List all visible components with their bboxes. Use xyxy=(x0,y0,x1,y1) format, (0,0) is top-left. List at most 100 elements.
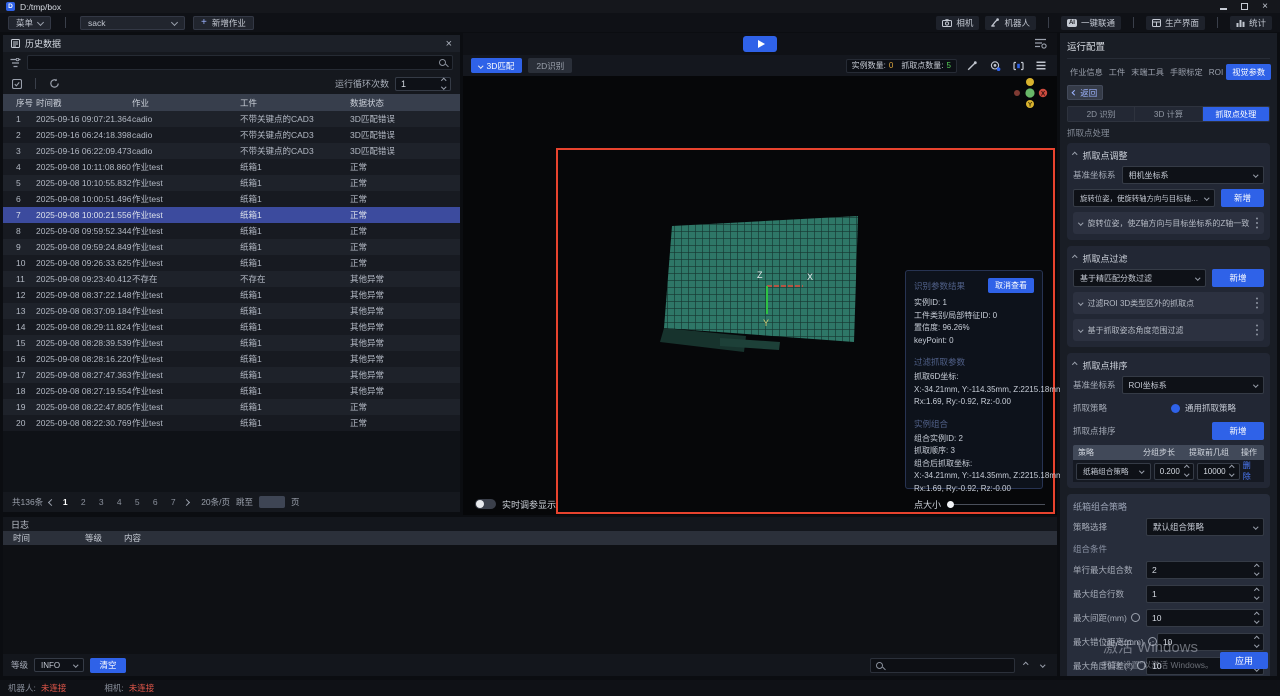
chevron-up-icon[interactable] xyxy=(1254,564,1259,569)
carton-field-stepper[interactable]: 2 xyxy=(1146,561,1264,579)
back-button[interactable]: 返回 xyxy=(1067,85,1103,100)
clear-log-button[interactable]: 清空 xyxy=(90,658,126,673)
grasp-adjust-header[interactable]: 抓取点调整 xyxy=(1073,149,1264,161)
add-job-button[interactable]: + 新增作业 xyxy=(193,16,254,30)
cancel-view-button[interactable]: 取消查看 xyxy=(988,278,1034,293)
carton-field-stepper[interactable]: 10 xyxy=(1157,633,1264,651)
page-number[interactable]: 6 xyxy=(150,497,160,507)
table-row[interactable]: 22025-09-16 06:24:18.398cadio不带关键点的CAD33… xyxy=(3,127,460,143)
apply-button[interactable]: 应用 xyxy=(1220,652,1268,669)
menu-button[interactable]: 菜单 xyxy=(8,16,51,30)
history-search-input[interactable] xyxy=(34,58,439,68)
info-icon[interactable] xyxy=(1131,613,1140,622)
loop-count-stepper[interactable]: 1 xyxy=(395,77,451,91)
table-row[interactable]: 192025-09-08 08:22:47.805作业test纸箱1正常 xyxy=(3,399,460,415)
filter-icon[interactable] xyxy=(10,58,21,68)
filter-item[interactable]: 过滤ROI 3D类型区外的抓取点 xyxy=(1073,292,1264,314)
row-step-stepper[interactable]: 0.200 xyxy=(1154,463,1195,480)
job-select[interactable]: sack xyxy=(80,16,185,30)
page-number[interactable]: 3 xyxy=(96,497,106,507)
table-row[interactable]: 32025-09-16 06:22:09.473cadio不带关键点的CAD33… xyxy=(3,143,460,159)
filter-item[interactable]: 基于抓取姿态角度范围过滤 xyxy=(1073,319,1264,341)
table-row[interactable]: 42025-09-08 10:11:08.860作业test纸箱1正常 xyxy=(3,159,460,175)
chevron-up-icon[interactable] xyxy=(1229,466,1234,471)
table-row[interactable]: 202025-09-08 08:22:30.769作业test纸箱1正常 xyxy=(3,415,460,431)
grasp-filter-header[interactable]: 抓取点过滤 xyxy=(1073,252,1264,264)
delete-row-link[interactable]: 删除 xyxy=(1243,460,1261,482)
table-row[interactable]: 162025-09-08 08:28:16.220作业test纸箱1其他异常 xyxy=(3,351,460,367)
chevron-down-icon[interactable] xyxy=(1254,570,1259,575)
table-row[interactable]: 152025-09-08 08:28:39.539作业test纸箱1其他异常 xyxy=(3,335,460,351)
camera-button[interactable]: 相机 xyxy=(936,16,979,30)
run-button[interactable] xyxy=(743,36,777,52)
config-tab-4[interactable]: ROI xyxy=(1206,66,1227,79)
chevron-down-icon[interactable] xyxy=(1254,618,1259,623)
table-row[interactable]: 112025-09-08 09:23:40.412不存在不存在其他异常 xyxy=(3,271,460,287)
table-row[interactable]: 102025-09-08 09:26:33.625作业test纸箱1正常 xyxy=(3,255,460,271)
search-prev-button[interactable] xyxy=(1020,659,1032,671)
page-number[interactable]: 7 xyxy=(168,497,178,507)
robot-button[interactable]: 机器人 xyxy=(985,16,1036,30)
chevron-up-icon[interactable] xyxy=(1254,588,1259,593)
view-menu-button[interactable] xyxy=(1033,59,1049,73)
strategy-radio[interactable] xyxy=(1171,404,1180,413)
add-filter-button[interactable]: 新增 xyxy=(1212,269,1264,287)
refresh-icon[interactable] xyxy=(49,78,60,89)
chevron-up-icon[interactable] xyxy=(1254,636,1259,641)
ai-connect-button[interactable]: AI 一键联通 xyxy=(1061,16,1121,30)
close-icon[interactable]: × xyxy=(446,38,452,50)
table-row[interactable]: 12025-09-16 09:07:21.364cadio不带关键点的CAD33… xyxy=(3,111,460,127)
stepper-arrows[interactable] xyxy=(1255,565,1259,575)
config-tab-1[interactable]: 工件 xyxy=(1106,64,1128,80)
more-options-icon[interactable] xyxy=(1256,222,1259,225)
info-icon[interactable] xyxy=(1137,661,1146,670)
prev-page-icon[interactable] xyxy=(48,498,55,505)
search-icon[interactable] xyxy=(439,59,446,66)
add-adjust-button[interactable]: 新增 xyxy=(1221,189,1264,207)
export-icon[interactable] xyxy=(12,79,22,89)
sort-coord-select[interactable]: ROI坐标系 xyxy=(1122,376,1264,394)
row-groups-stepper[interactable]: 10000 xyxy=(1197,463,1239,480)
config-subtab-0[interactable]: 2D 识别 xyxy=(1068,107,1135,121)
stepper-arrows[interactable] xyxy=(1255,613,1259,623)
statistics-button[interactable]: 统计 xyxy=(1230,16,1272,30)
config-tab-5[interactable]: 视觉参数 xyxy=(1226,64,1271,80)
config-tab-3[interactable]: 手眼标定 xyxy=(1167,64,1206,80)
table-row[interactable]: 182025-09-08 08:27:19.554作业test纸箱1其他异常 xyxy=(3,383,460,399)
maximize-button[interactable] xyxy=(1241,2,1248,12)
chevron-down-icon[interactable] xyxy=(1229,472,1234,477)
per-page-label[interactable]: 20条/页 xyxy=(201,496,230,508)
minimize-button[interactable] xyxy=(1220,2,1227,12)
log-search-input[interactable] xyxy=(887,660,1009,670)
page-number[interactable]: 2 xyxy=(78,497,88,507)
point-size-slider[interactable] xyxy=(947,499,1045,509)
stepper-arrows[interactable] xyxy=(1255,589,1259,599)
config-subtab-2[interactable]: 抓取点处理 xyxy=(1203,107,1269,121)
search-next-button[interactable] xyxy=(1037,659,1049,671)
tab-3d-match[interactable]: 3D匹配 xyxy=(471,58,522,73)
table-row[interactable]: 82025-09-08 09:59:52.344作业test纸箱1正常 xyxy=(3,223,460,239)
view-cube-button[interactable] xyxy=(1010,59,1026,73)
table-row[interactable]: 122025-09-08 08:37:22.148作业test纸箱1其他异常 xyxy=(3,287,460,303)
chevron-down-icon[interactable] xyxy=(1254,594,1259,599)
display-settings-button[interactable] xyxy=(1034,37,1047,49)
production-ui-button[interactable]: 生产界面 xyxy=(1146,16,1205,30)
carton-field-stepper[interactable]: 10 xyxy=(1146,609,1264,627)
page-number[interactable]: 1 xyxy=(60,497,70,507)
coord-system-select[interactable]: 相机坐标系 xyxy=(1122,166,1264,184)
page-number[interactable]: 5 xyxy=(132,497,142,507)
table-row[interactable]: 72025-09-08 10:00:21.556作业test纸箱1正常 xyxy=(3,207,460,223)
viewport-3d[interactable]: Z X Y X Y 识别参数结果 取消查看 实例ID: 1工件类别/局部特征ID… xyxy=(463,76,1057,515)
more-options-icon[interactable] xyxy=(1256,302,1259,305)
chevron-down-icon[interactable] xyxy=(1184,472,1189,477)
table-row[interactable]: 92025-09-08 09:59:24.849作业test纸箱1正常 xyxy=(3,239,460,255)
info-icon[interactable] xyxy=(1148,637,1157,646)
page-number[interactable]: 4 xyxy=(114,497,124,507)
more-options-icon[interactable] xyxy=(1256,329,1259,332)
adjust-item[interactable]: 旋转位姿，使Z轴方向与目标坐标系的Z轴一致 xyxy=(1073,212,1264,234)
table-row[interactable]: 172025-09-08 08:27:47.363作业test纸箱1其他异常 xyxy=(3,367,460,383)
grasp-sort-header[interactable]: 抓取点排序 xyxy=(1073,359,1264,371)
add-sort-button[interactable]: 新增 xyxy=(1212,422,1264,440)
jump-page-input[interactable] xyxy=(259,496,285,508)
table-row[interactable]: 62025-09-08 10:00:51.496作业test纸箱1正常 xyxy=(3,191,460,207)
